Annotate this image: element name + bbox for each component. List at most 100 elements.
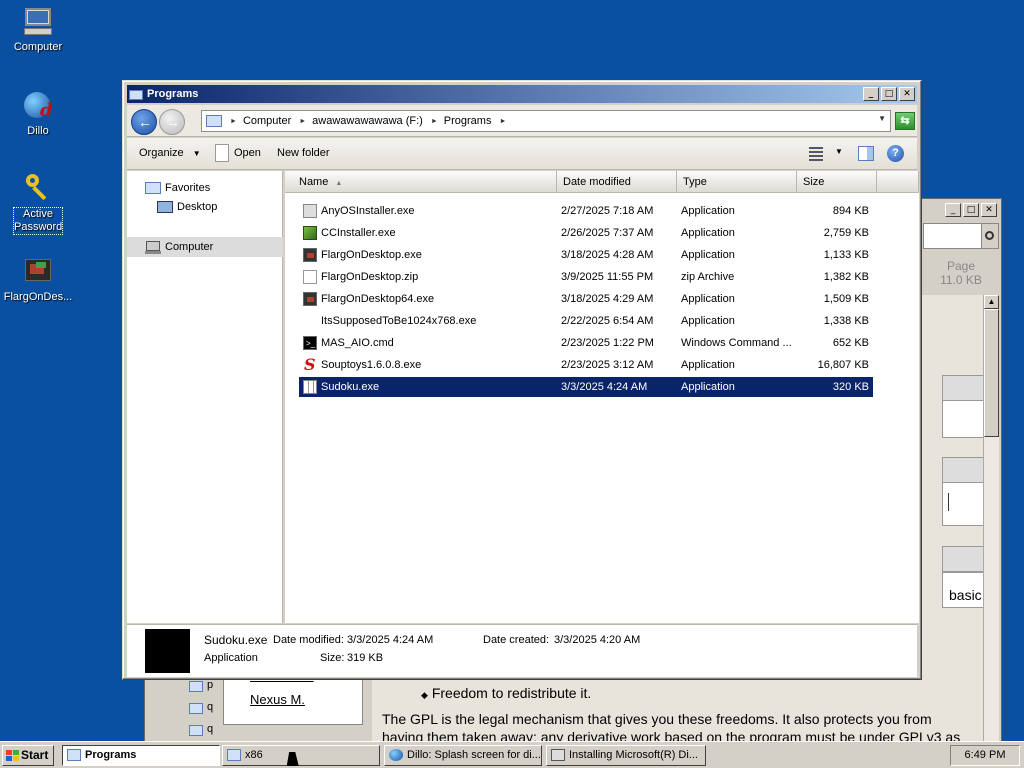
file-row[interactable]: FlargOnDesktop64.exe 3/18/2025 4:29 AM A… bbox=[299, 289, 873, 309]
task-programs[interactable]: Programs bbox=[62, 745, 220, 766]
explorer-window[interactable]: Programs _ □ ✕ ← → ► Computer ► awawawaw… bbox=[122, 80, 922, 680]
mouse-cursor-icon bbox=[286, 752, 302, 766]
chevron-right-icon: ► bbox=[430, 117, 438, 125]
back-button[interactable]: ← bbox=[131, 109, 157, 135]
installer-icon bbox=[551, 749, 565, 761]
details-created-value: 3/3/2025 4:20 AM bbox=[554, 634, 641, 646]
organize-button[interactable]: Organize ▼ bbox=[139, 147, 201, 159]
desktop-icon bbox=[157, 200, 173, 213]
start-button[interactable]: Start bbox=[2, 745, 54, 766]
task-dillo[interactable]: Dillo: Splash screen for di... bbox=[384, 745, 542, 766]
task-installer[interactable]: Installing Microsoft(R) Di... bbox=[546, 745, 706, 766]
folder-icon bbox=[189, 703, 203, 714]
cmd-icon: >_ bbox=[303, 336, 317, 350]
column-header-filler bbox=[877, 171, 919, 193]
scroll-thumb[interactable] bbox=[984, 309, 999, 437]
file-type: Application bbox=[681, 205, 735, 217]
command-bar: Organize ▼ Open New folder ▼ ? bbox=[127, 138, 917, 170]
desktop-icon-dillo[interactable]: d Dillo bbox=[0, 90, 76, 138]
view-options-icon[interactable] bbox=[807, 144, 825, 164]
nav-computer[interactable]: Computer bbox=[127, 237, 283, 257]
nav-favorites[interactable]: Favorites bbox=[145, 181, 210, 194]
search-icon[interactable] bbox=[981, 223, 999, 249]
souptoys-icon: S bbox=[304, 355, 316, 374]
close-button[interactable]: ✕ bbox=[981, 203, 997, 217]
maximize-button[interactable]: □ bbox=[963, 203, 979, 217]
minimize-button[interactable]: _ bbox=[945, 203, 961, 217]
breadcrumb-computer[interactable]: Computer bbox=[243, 115, 291, 127]
file-date: 2/27/2025 7:18 AM bbox=[561, 205, 654, 217]
link-nexus-m[interactable]: Nexus M. bbox=[250, 692, 305, 707]
computer-icon bbox=[22, 6, 54, 38]
address-bar: ← → ► Computer ► awawawawawawa (F:) ► Pr… bbox=[127, 105, 917, 137]
file-row[interactable]: ItsSupposedToBe1024x768.exe 2/22/2025 6:… bbox=[299, 311, 873, 331]
details-created-label: Date created: bbox=[483, 634, 550, 646]
file-date: 2/23/2025 1:22 PM bbox=[561, 337, 654, 349]
maximize-button[interactable]: □ bbox=[881, 87, 897, 101]
desktop-icon-active-password-changer[interactable]: Active Password Changer bbox=[0, 172, 76, 235]
desktop-icon-label: FlargOnDes... bbox=[3, 291, 73, 303]
file-name: FlargOnDesktop64.exe bbox=[321, 293, 435, 305]
file-type: Application bbox=[681, 315, 735, 327]
desktop-icon-flargondesktop[interactable]: FlargOnDes... bbox=[0, 256, 76, 304]
file-name: FlargOnDesktop.zip bbox=[321, 271, 419, 283]
page-size: 11.0 KB bbox=[940, 273, 982, 287]
column-header-date[interactable]: Date modified bbox=[557, 171, 677, 193]
forward-button[interactable]: → bbox=[159, 109, 185, 135]
chevron-right-icon: ► bbox=[230, 117, 237, 125]
taskbar: Start Programs x86 Dillo: Splash screen … bbox=[0, 741, 1024, 768]
file-size: 1,133 KB bbox=[823, 249, 869, 261]
column-header-type[interactable]: Type bbox=[677, 171, 797, 193]
column-header-name[interactable]: Name ▲ bbox=[285, 171, 557, 193]
page-size-button[interactable]: Page 11.0 KB bbox=[933, 253, 989, 293]
nav-desktop[interactable]: Desktop bbox=[157, 200, 217, 213]
title-bar[interactable]: Programs _ □ ✕ bbox=[127, 85, 917, 103]
url-field[interactable] bbox=[923, 223, 983, 249]
page-label: Page bbox=[946, 259, 976, 273]
file-type: Windows Command ... bbox=[681, 337, 792, 349]
file-size: 320 KB bbox=[832, 381, 869, 393]
file-row[interactable]: AnyOSInstaller.exe 2/27/2025 7:18 AM App… bbox=[299, 201, 873, 221]
dillo-icon bbox=[389, 749, 403, 761]
minimize-button[interactable]: _ bbox=[863, 87, 879, 101]
folder-icon bbox=[189, 725, 203, 736]
file-row-selected[interactable]: Sudoku.exe 3/3/2025 4:24 AM Application … bbox=[299, 377, 873, 397]
chevron-down-icon[interactable]: ▼ bbox=[835, 147, 843, 167]
chevron-down-icon[interactable]: ▼ bbox=[878, 114, 886, 123]
scrollbar[interactable]: ▲ bbox=[983, 295, 999, 742]
details-size-label: Size: bbox=[320, 652, 345, 664]
dillo-icon: d bbox=[22, 90, 54, 122]
column-header-size[interactable]: Size bbox=[797, 171, 877, 193]
system-clock[interactable]: 6:49 PM bbox=[950, 745, 1020, 766]
help-icon[interactable]: ? bbox=[887, 144, 905, 164]
file-name: Souptoys1.6.0.8.exe bbox=[321, 359, 422, 371]
desktop-icon-computer[interactable]: Computer bbox=[0, 6, 76, 54]
file-name: FlargOnDesktop.exe bbox=[321, 249, 422, 261]
preview-pane-icon[interactable] bbox=[857, 144, 875, 164]
folder-icon bbox=[129, 88, 143, 100]
task-x86[interactable]: x86 bbox=[222, 745, 380, 766]
file-row[interactable]: CCInstaller.exe 2/26/2025 7:37 AM Applic… bbox=[299, 223, 873, 243]
breadcrumb-programs[interactable]: Programs bbox=[444, 115, 492, 127]
arrow-right-icon: → bbox=[166, 114, 180, 130]
file-row[interactable]: >_ MAS_AIO.cmd 2/23/2025 1:22 PM Windows… bbox=[299, 333, 873, 353]
chevron-right-icon: ► bbox=[299, 117, 307, 125]
refresh-icon[interactable]: ⇆ bbox=[895, 112, 915, 130]
chevron-right-icon: ► bbox=[499, 117, 507, 125]
sort-up-icon: ▲ bbox=[335, 180, 343, 187]
breadcrumb-drive[interactable]: awawawawawawa (F:) bbox=[312, 115, 423, 127]
file-size: 1,338 KB bbox=[823, 315, 869, 327]
file-name: ItsSupposedToBe1024x768.exe bbox=[321, 315, 477, 327]
file-name: CCInstaller.exe bbox=[321, 227, 396, 239]
file-date: 3/9/2025 11:55 PM bbox=[561, 271, 654, 283]
file-row[interactable]: FlargOnDesktop.exe 3/18/2025 4:28 AM App… bbox=[299, 245, 873, 265]
file-date: 2/23/2025 3:12 AM bbox=[561, 359, 654, 371]
close-button[interactable]: ✕ bbox=[899, 87, 915, 101]
address-field[interactable]: ► Computer ► awawawawawawa (F:) ► Progra… bbox=[201, 110, 891, 132]
file-row[interactable]: FlargOnDesktop.zip 3/9/2025 11:55 PM zip… bbox=[299, 267, 873, 287]
new-folder-button[interactable]: New folder bbox=[277, 147, 330, 159]
file-date: 2/22/2025 6:54 AM bbox=[561, 315, 654, 327]
scroll-up-arrow[interactable]: ▲ bbox=[984, 295, 999, 309]
open-button[interactable]: Open bbox=[234, 147, 261, 159]
file-row[interactable]: S Souptoys1.6.0.8.exe 2/23/2025 3:12 AM … bbox=[299, 355, 873, 375]
